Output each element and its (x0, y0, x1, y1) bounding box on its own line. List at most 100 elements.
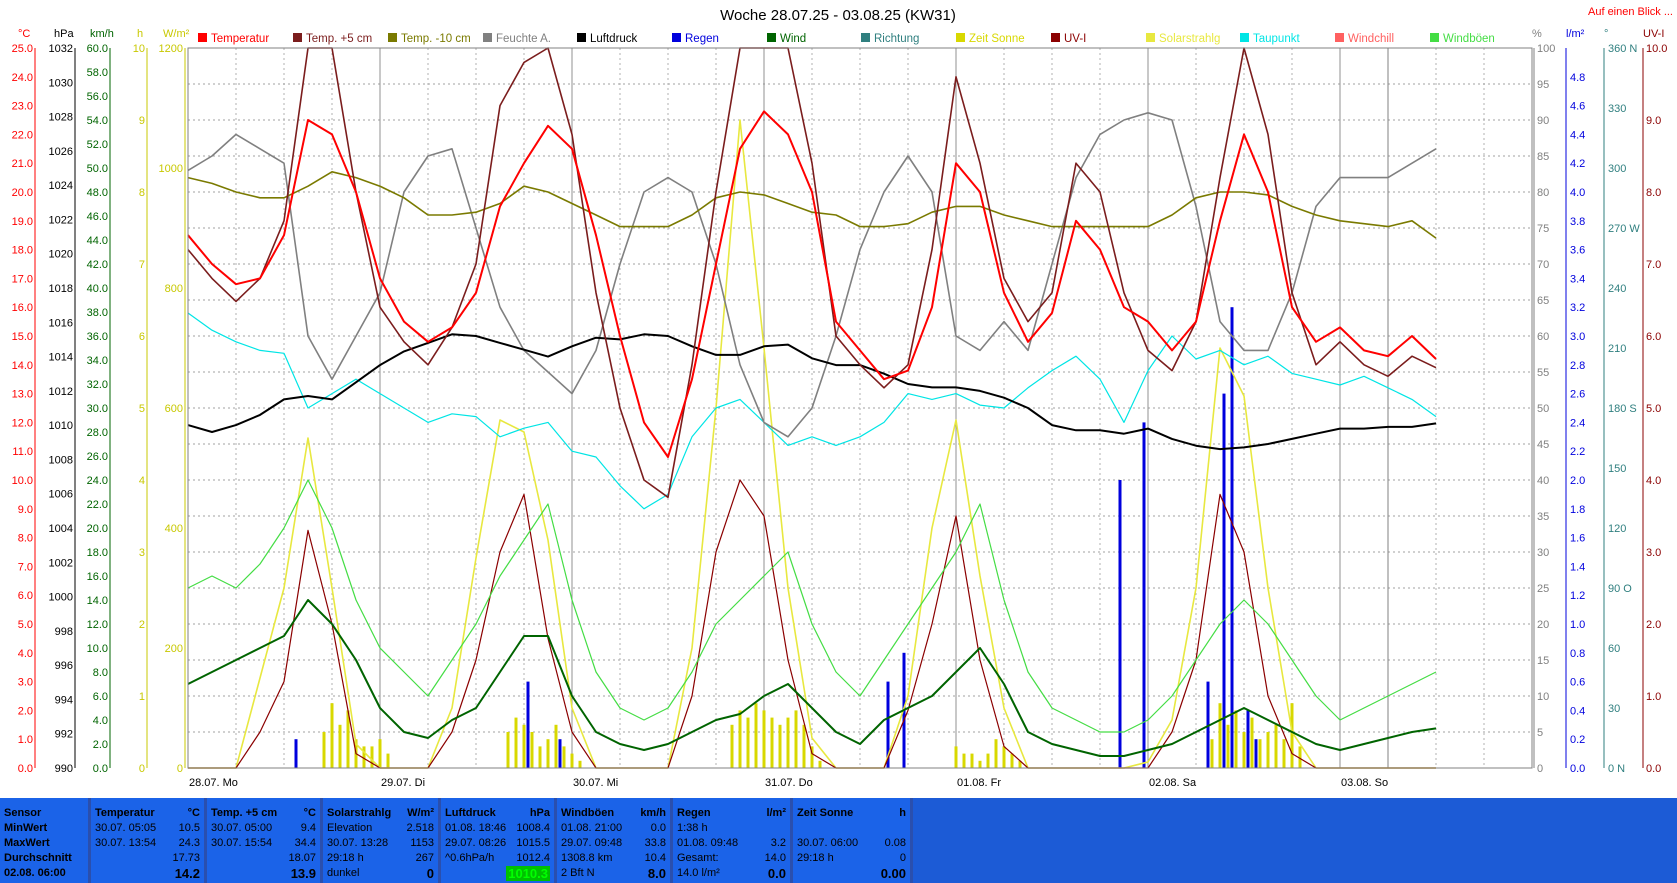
rain-bar (1246, 710, 1250, 768)
sun-bar (738, 710, 742, 768)
stats-pressure-min: 1008.4 (516, 822, 550, 834)
stats-gusts-now: 8.0 (647, 866, 666, 881)
legend-label: Windchill (1348, 33, 1394, 45)
wind-tick-label: 0.0 (93, 763, 108, 775)
wind-tick-label: 2.0 (93, 739, 108, 751)
stats-solar: Solarstrahlg W/m² Elevation 2.518 30.07. 1… (323, 798, 438, 883)
temp-tick-label: 17.0 (12, 273, 33, 285)
rain-tick-label: 2.2 (1570, 446, 1585, 458)
rain-tick-label: 3.6 (1570, 245, 1585, 257)
legend-label: UV-I (1064, 33, 1086, 45)
sun-bar (1274, 724, 1278, 768)
rain-bar (526, 681, 530, 768)
stats-rain-max-time: 01.08. 09:48 (677, 837, 739, 849)
day-label: 02.08. Sa (1149, 777, 1197, 789)
day-label: 03.08. So (1341, 777, 1388, 789)
direction-tick-label: 90 O (1608, 583, 1632, 595)
stats-solar-max: 1153 (410, 837, 434, 849)
solar-tick-label: 600 (165, 403, 183, 415)
sun-bar (1250, 717, 1254, 768)
stats-gusts-max: 33.8 (644, 837, 666, 849)
temp-tick-label: 23.0 (12, 101, 33, 113)
direction-tick-label: 60 (1608, 643, 1620, 655)
solar-tick-label: 800 (165, 283, 183, 295)
rain-bar (294, 739, 298, 768)
stats-sun-max-time: 30.07. 06:00 (797, 837, 859, 849)
stats-rain-total-label: Gesamt: (677, 852, 719, 864)
stats-temp5-min: 9.4 (300, 822, 316, 834)
humidity-tick-label: 10 (1537, 691, 1549, 703)
stats-solar-elev: 2.518 (406, 822, 434, 834)
sun-bar (386, 753, 390, 768)
wind-tick-label: 30.0 (87, 403, 108, 415)
temp-tick-label: 25.0 (12, 43, 33, 55)
sun-bar (954, 746, 958, 768)
humidity-tick-label: 70 (1537, 259, 1549, 271)
sun_h-tick-label: 9 (139, 115, 145, 127)
rain-tick-label: 1.2 (1570, 590, 1585, 602)
sun-bar (554, 724, 558, 768)
legend-swatch (1430, 33, 1439, 42)
overview-link[interactable]: Auf einen Blick ... (1588, 6, 1673, 18)
wind-tick-label: 48.0 (87, 187, 108, 199)
stats-solar-unit: W/m² (407, 807, 434, 819)
legend-swatch (1146, 33, 1155, 42)
sun_h-tick-label: 2 (139, 619, 145, 631)
humidity-tick-label: 15 (1537, 655, 1549, 667)
wind-tick-label: 34.0 (87, 355, 108, 367)
wind-tick-label: 42.0 (87, 259, 108, 271)
temp-tick-label: 18.0 (12, 245, 33, 257)
day-labels: 28.07. Mo 29.07. Di 30.07. Mi 31.07. Do 01.0… (189, 777, 1388, 789)
stats-pressure-trend: ^0.6hPa/h (445, 852, 495, 864)
humidity-tick-label: 75 (1537, 223, 1549, 235)
pressure-tick-label: 1028 (49, 112, 73, 124)
uvi-tick-label: 9.0 (1646, 115, 1661, 127)
direction-tick-label: 120 (1608, 523, 1626, 535)
stats-pressure-min-time: 01.08. 18:46 (445, 822, 507, 834)
stats-temp5-max-time: 30.07. 15:54 (211, 837, 273, 849)
pressure-tick-label: 994 (55, 694, 73, 706)
stats-gusts-min-time: 01.08. 21:00 (561, 822, 623, 834)
temp-tick-label: 8.0 (18, 533, 33, 545)
sun-bar (538, 746, 542, 768)
stats-gusts: Windböen km/h 01.08. 21:00 0.0 29.07. 09:4… (557, 798, 670, 883)
solar-tick-label: 0 (177, 763, 183, 775)
legend-swatch (1051, 33, 1060, 42)
temp-tick-label: 20.0 (12, 187, 33, 199)
stats-avg-label: Durchschnitt (4, 852, 72, 864)
sun-bar (762, 710, 766, 768)
stats-temp5-unit: °C (303, 807, 316, 819)
humidity-tick-label: 20 (1537, 619, 1549, 631)
rain-bar (558, 739, 562, 768)
sun_h-tick-label: 10 (133, 43, 145, 55)
pressure-tick-label: 1000 (49, 592, 73, 604)
wind-tick-label: 52.0 (87, 139, 108, 151)
pressure-tick-label: 1010 (49, 420, 73, 432)
stats-temp5-min-time: 30.07. 05:00 (211, 822, 273, 834)
uvi-tick-label: 5.0 (1646, 403, 1661, 415)
humidity-tick-label: 100 (1537, 43, 1555, 55)
sun-bar (1242, 732, 1246, 768)
stats-rain-total: 14.0 (764, 852, 786, 864)
legend-label: Temperatur (211, 33, 269, 45)
stats-solar-duration: 29:18 h (327, 852, 364, 864)
temp-tick-label: 21.0 (12, 158, 33, 170)
chart-title: Woche 28.07.25 - 03.08.25 (KW31) (720, 7, 956, 24)
legend-swatch (577, 33, 586, 42)
legend-label: Taupunkt (1253, 33, 1300, 45)
rain-tick-label: 3.2 (1570, 302, 1585, 314)
day-label: 31.07. Do (765, 777, 813, 789)
sun_h-tick-label: 4 (139, 475, 145, 487)
stats-sun-title: Zeit Sonne (797, 807, 854, 819)
stats-min-label: MinWert (4, 822, 48, 834)
temp-tick-label: 14.0 (12, 360, 33, 372)
wind-tick-label: 10.0 (87, 643, 108, 655)
stats-temp5: Temp. +5 cm °C 30.07. 05:00 9.4 30.07. 15:… (207, 798, 320, 883)
stats-solar-elev-label: Elevation (327, 822, 373, 834)
temp-tick-label: 4.0 (18, 648, 33, 660)
legend-label: Temp. +5 cm (306, 33, 372, 45)
direction-tick-label: 330 (1608, 103, 1626, 115)
rain-tick-label: 4.6 (1570, 101, 1585, 113)
pressure-tick-label: 1032 (49, 43, 73, 55)
stats-pressure-avg: 1012.4 (516, 852, 550, 864)
